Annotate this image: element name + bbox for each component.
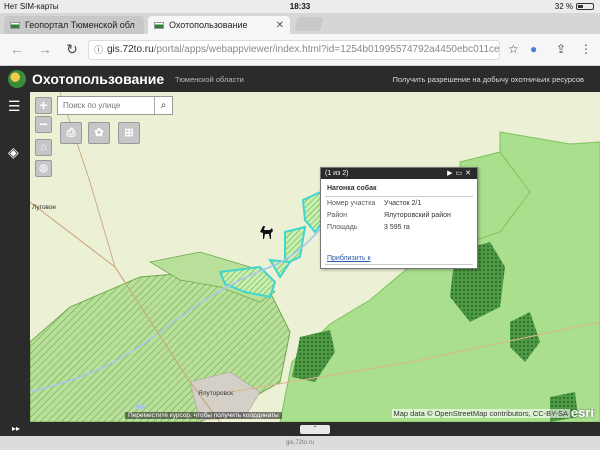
coordinate-readout: Переместите курсор, чтобы получить коорд… bbox=[125, 412, 282, 419]
print-button[interactable]: ⎙ bbox=[60, 122, 82, 144]
map-canvas bbox=[30, 92, 600, 422]
close-tab-icon[interactable]: ✕ bbox=[276, 20, 284, 31]
layers-icon[interactable]: ◈ bbox=[8, 144, 19, 161]
locate-button[interactable]: ◎ bbox=[35, 160, 52, 177]
tab-label: Охотопользование bbox=[169, 20, 248, 30]
field-value: Участок 2/1 bbox=[384, 200, 422, 207]
search-icon[interactable]: ⌕ bbox=[154, 97, 172, 114]
ios-status-bar: Нет SIM-карты 18:33 32 % bbox=[0, 0, 600, 13]
microphone-icon[interactable]: ● bbox=[530, 42, 537, 56]
next-feature-icon[interactable]: ▶ bbox=[447, 170, 455, 177]
page-title: Охотопользование bbox=[32, 71, 165, 87]
home-button[interactable]: ⌂ bbox=[35, 139, 52, 156]
popup-divider bbox=[325, 264, 473, 265]
tab-geoportal[interactable]: Геопортал Тюменской обл bbox=[4, 16, 144, 34]
maximize-icon[interactable]: ▭ bbox=[456, 170, 466, 177]
street-search: ⌕ bbox=[57, 96, 173, 115]
field-key: Номер участка bbox=[327, 200, 376, 207]
map-attribution: Map data © OpenStreetMap contributors, C… bbox=[391, 409, 570, 418]
tab-label: Геопортал Тюменской обл bbox=[25, 20, 135, 30]
popup-field: Район Ялуторовский район bbox=[321, 209, 477, 221]
popup-counter: (1 из 2) bbox=[325, 170, 349, 177]
field-value: Ялуторовский район bbox=[384, 212, 451, 219]
info-icon: ⓘ bbox=[94, 45, 104, 55]
new-tab-button[interactable] bbox=[294, 17, 324, 31]
place-label: Луговое bbox=[32, 204, 57, 211]
popup-field: Номер участка Участок 2/1 bbox=[321, 197, 477, 209]
page-subtitle: Тюменской области bbox=[175, 75, 244, 84]
back-icon[interactable]: ← bbox=[8, 41, 26, 57]
field-key: Площадь bbox=[327, 224, 358, 231]
zoom-in-button[interactable]: + bbox=[35, 97, 52, 114]
clock: 18:33 bbox=[289, 2, 311, 11]
zoom-out-button[interactable]: − bbox=[35, 116, 52, 133]
reload-icon[interactable]: ↻ bbox=[63, 41, 81, 58]
side-panel: ☰ ◈ bbox=[0, 92, 30, 422]
browser-toolbar: ← → ↻ ⓘ gis.72to.ru/portal/apps/webappvi… bbox=[0, 34, 600, 66]
search-input[interactable] bbox=[58, 97, 153, 114]
expand-panel-icon[interactable]: ▸▸ bbox=[12, 424, 20, 433]
popup-header: (1 из 2) ▶▭✕ bbox=[321, 168, 477, 179]
field-value: 3 595 га bbox=[384, 224, 410, 231]
url-host: gis.72to.ru bbox=[107, 44, 154, 55]
home-indicator: gis.72to.ru bbox=[0, 436, 600, 450]
popup-field: Площадь 3 595 га bbox=[321, 221, 477, 233]
flag-icon bbox=[154, 21, 164, 29]
menu-dots-icon[interactable]: ⋮ bbox=[580, 42, 592, 56]
permit-link[interactable]: Получить разрешение на добычу охотничьих… bbox=[392, 75, 584, 84]
tab-hunting[interactable]: Охотопользование ✕ bbox=[148, 16, 290, 34]
close-icon[interactable]: ✕ bbox=[465, 170, 474, 177]
place-label: Ялуторовск bbox=[198, 390, 233, 397]
bookmark-star-icon[interactable]: ☆ bbox=[508, 42, 519, 56]
app-header: Охотопользование Тюменской области Получ… bbox=[0, 66, 600, 92]
list-icon[interactable]: ☰ bbox=[8, 98, 21, 115]
popup-title: Нагонка собак bbox=[325, 179, 473, 197]
bottom-bar: ▸▸ ⌃ bbox=[0, 422, 600, 436]
popup-controls: ▶▭✕ bbox=[447, 168, 474, 179]
share-icon[interactable]: ⇪ bbox=[556, 42, 566, 56]
basemap-gallery-button[interactable]: ✿ bbox=[88, 122, 110, 144]
attribute-table-handle[interactable]: ⌃ bbox=[300, 425, 330, 434]
field-key: Район bbox=[327, 212, 347, 219]
esri-logo: esri bbox=[570, 405, 594, 420]
battery-percent: 32 % bbox=[554, 2, 573, 11]
url-path: /portal/apps/webappviewer/index.html?id=… bbox=[153, 44, 500, 55]
address-bar[interactable]: ⓘ gis.72to.ru/portal/apps/webappviewer/i… bbox=[88, 40, 500, 60]
battery-indicator: 32 % bbox=[555, 2, 594, 11]
battery-icon bbox=[576, 3, 594, 10]
logo-icon bbox=[8, 70, 26, 88]
map-view[interactable]: + − ⌂ ◎ ⌕ ⎙ ✿ ⊞ Луговое Ялуторовск (1 из… bbox=[30, 92, 600, 422]
flag-icon bbox=[10, 21, 20, 29]
layer-list-button[interactable]: ⊞ bbox=[118, 122, 140, 144]
forward-icon[interactable]: → bbox=[36, 41, 54, 57]
feature-popup: (1 из 2) ▶▭✕ Нагонка собак Номер участка… bbox=[320, 167, 478, 269]
zoom-to-link[interactable]: Приблизить к bbox=[327, 255, 371, 262]
